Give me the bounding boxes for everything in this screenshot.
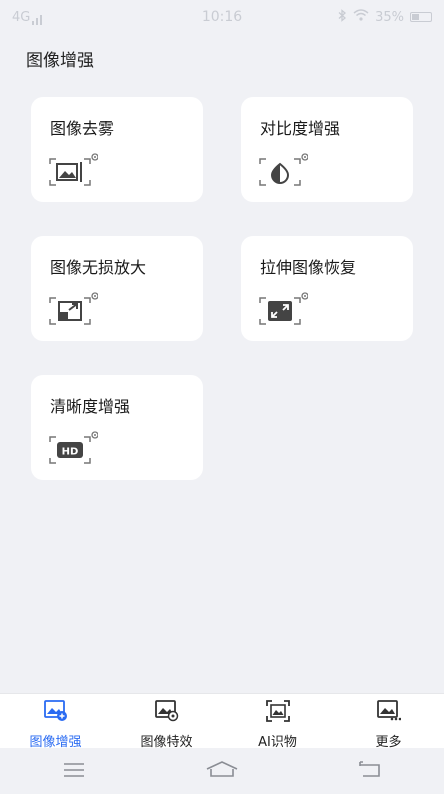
home-icon bbox=[206, 761, 238, 781]
card-enlarge[interactable]: 图像无损放大 bbox=[31, 236, 203, 341]
status-time: 10:16 bbox=[201, 9, 243, 25]
network-type: 4G bbox=[12, 9, 31, 25]
svg-text:HD: HD bbox=[62, 447, 79, 458]
back-icon bbox=[359, 761, 381, 781]
tab-ai-recognize[interactable]: AI识物 bbox=[222, 694, 333, 750]
card-stretch-restore[interactable]: 拉伸图像恢复 bbox=[241, 236, 413, 341]
card-label: 清晰度增强 bbox=[50, 397, 131, 416]
image-effects-icon bbox=[154, 700, 179, 722]
home-button[interactable] bbox=[202, 759, 242, 783]
wifi-icon bbox=[353, 9, 369, 25]
tab-image-effects[interactable]: 图像特效 bbox=[111, 694, 222, 750]
page-title: 图像增强 bbox=[26, 51, 94, 71]
contrast-icon bbox=[258, 152, 309, 188]
menu-button[interactable] bbox=[54, 759, 94, 783]
bluetooth-icon bbox=[338, 8, 347, 26]
card-label: 图像去雾 bbox=[50, 119, 115, 138]
system-nav-bar bbox=[0, 748, 444, 794]
more-icon bbox=[376, 700, 401, 722]
bottom-tab-bar: 图像增强 图像特效 AI识物 更多 bbox=[0, 693, 444, 750]
hd-icon: HD bbox=[48, 430, 99, 466]
tab-image-enhance[interactable]: 图像增强 bbox=[0, 694, 111, 750]
card-label: 对比度增强 bbox=[260, 119, 341, 138]
card-dehaze[interactable]: 图像去雾 bbox=[31, 97, 203, 202]
card-label: 拉伸图像恢复 bbox=[260, 258, 357, 277]
card-contrast[interactable]: 对比度增强 bbox=[241, 97, 413, 202]
menu-icon bbox=[63, 762, 85, 781]
battery-text: 35% bbox=[375, 9, 404, 25]
stretch-restore-icon bbox=[258, 291, 309, 327]
signal-indicator: 4G bbox=[12, 9, 43, 25]
signal-bar-icon bbox=[40, 14, 43, 25]
enlarge-icon bbox=[48, 291, 99, 327]
signal-bar-icon bbox=[32, 20, 35, 25]
ai-recognize-icon bbox=[265, 700, 290, 722]
card-clarity[interactable]: 清晰度增强 HD bbox=[31, 375, 203, 480]
status-bar: 4G 10:16 35% bbox=[0, 0, 444, 34]
battery-icon bbox=[410, 12, 432, 22]
tab-more[interactable]: 更多 bbox=[333, 694, 444, 750]
card-label: 图像无损放大 bbox=[50, 258, 147, 277]
dehaze-icon bbox=[48, 152, 99, 188]
signal-bar-icon bbox=[36, 17, 39, 25]
back-button[interactable] bbox=[350, 759, 390, 783]
image-enhance-icon bbox=[43, 700, 68, 722]
